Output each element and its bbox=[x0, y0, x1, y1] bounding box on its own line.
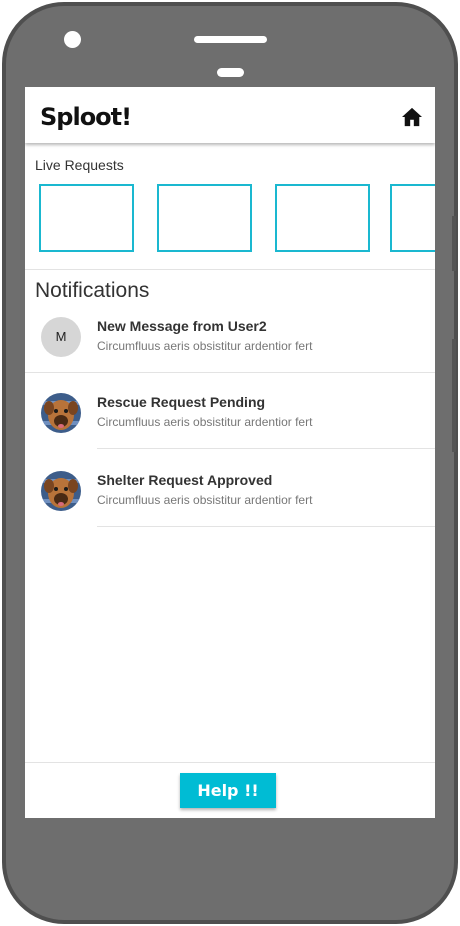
live-request-card[interactable] bbox=[390, 184, 435, 252]
live-request-card[interactable] bbox=[275, 184, 370, 252]
notification-title: Rescue Request Pending bbox=[97, 394, 266, 410]
avatar: M bbox=[41, 317, 81, 357]
sensor bbox=[217, 68, 244, 77]
dog-avatar-icon bbox=[41, 471, 81, 511]
notification-body: Circumfluus aeris obsistitur ardentior f… bbox=[97, 493, 313, 507]
notification-title: New Message from User2 bbox=[97, 318, 267, 334]
item-divider bbox=[25, 372, 435, 373]
help-button[interactable]: Help !! bbox=[180, 773, 276, 808]
live-requests-carousel[interactable] bbox=[25, 183, 435, 255]
live-request-card[interactable] bbox=[39, 184, 134, 252]
live-requests-label: Live Requests bbox=[35, 157, 124, 173]
side-button bbox=[452, 339, 456, 452]
speaker-grille bbox=[194, 36, 267, 43]
item-divider bbox=[97, 448, 435, 449]
notification-title: Shelter Request Approved bbox=[97, 472, 273, 488]
notification-body: Circumfluus aeris obsistitur ardentior f… bbox=[97, 415, 313, 429]
notifications-heading: Notifications bbox=[35, 279, 150, 302]
dog-avatar-icon bbox=[41, 393, 81, 433]
item-divider bbox=[97, 526, 435, 527]
home-icon[interactable] bbox=[401, 107, 423, 127]
notification-item[interactable]: Rescue Request Pending Circumfluus aeris… bbox=[25, 383, 435, 459]
live-request-card[interactable] bbox=[157, 184, 252, 252]
side-button bbox=[452, 216, 456, 271]
app-header: Sploot! bbox=[25, 87, 435, 143]
app-screen: Sploot! Live Requests Notifications M Ne… bbox=[25, 87, 435, 818]
app-logo: Sploot! bbox=[40, 103, 132, 131]
notification-body: Circumfluus aeris obsistitur ardentior f… bbox=[97, 339, 313, 353]
notification-item[interactable]: Shelter Request Approved Circumfluus aer… bbox=[25, 461, 435, 537]
section-divider bbox=[25, 269, 435, 270]
camera-icon bbox=[64, 31, 81, 48]
footer-divider bbox=[25, 762, 435, 763]
notification-item[interactable]: M New Message from User2 Circumfluus aer… bbox=[25, 307, 435, 383]
